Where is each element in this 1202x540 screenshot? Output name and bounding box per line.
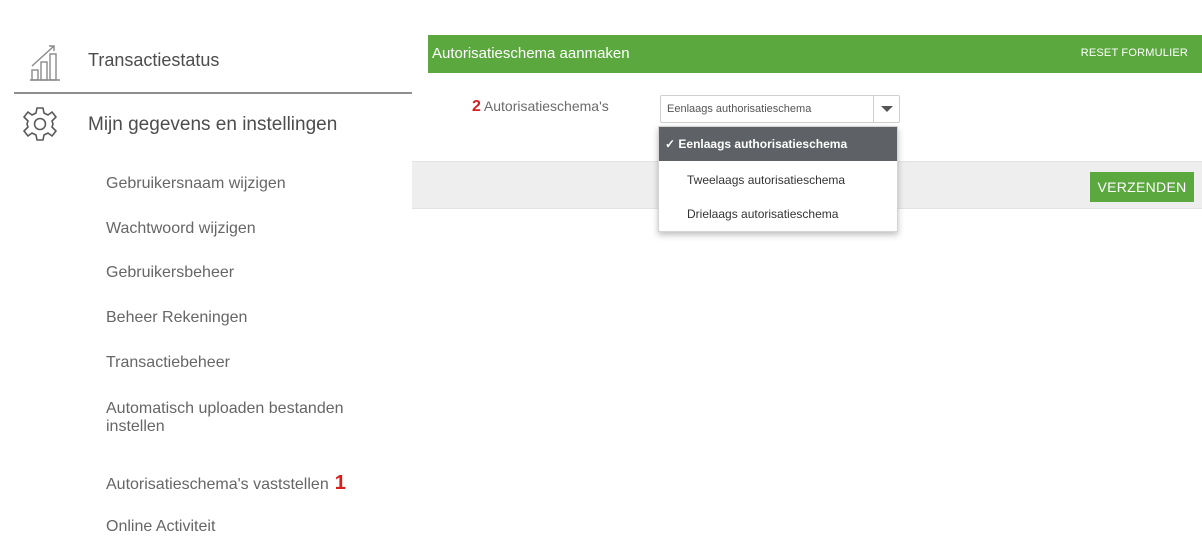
- dropdown-option-eenlaags[interactable]: ✓ Eenlaags authorisatieschema: [659, 127, 897, 161]
- sidebar-item-label: Transactiebeheer: [106, 354, 230, 371]
- step-marker-1: 1: [334, 472, 346, 494]
- panel-header: Autorisatieschema aanmaken RESET FORMULI…: [428, 35, 1202, 73]
- sidebar-item-transactiestatus[interactable]: Transactiestatus: [14, 38, 412, 94]
- schema-field-label: 2 Autorisatieschema's: [472, 98, 609, 116]
- schema-field-label-text: Autorisatieschema's: [483, 98, 609, 114]
- sidebar-item-online-activiteit[interactable]: Online Activiteit: [106, 518, 396, 536]
- sidebar-item-label: Online Activiteit: [106, 518, 216, 535]
- sidebar-item-gebruikersnaam-wijzigen[interactable]: Gebruikersnaam wijzigen: [106, 175, 396, 193]
- panel-title: Autorisatieschema aanmaken: [432, 45, 630, 62]
- sidebar-item-label: Mijn gegevens en instellingen: [88, 114, 338, 135]
- dropdown-option-tweelaags[interactable]: Tweelaags autorisatieschema: [659, 163, 897, 197]
- sidebar-item-transactiebeheer[interactable]: Transactiebeheer: [106, 354, 396, 372]
- sidebar-item-label: Autorisatieschema's vaststellen: [106, 476, 329, 493]
- submit-button[interactable]: VERZENDEN: [1090, 172, 1194, 202]
- sidebar-item-autorisatieschemas[interactable]: Autorisatieschema's vaststellen 1: [106, 472, 396, 494]
- step-marker-2: 2: [472, 98, 481, 115]
- sidebar-item-label: Automatisch uploaden bestanden instellen: [106, 400, 344, 435]
- dropdown-option-label: Drielaags autorisatieschema: [687, 207, 839, 221]
- sidebar-item-label: Gebruikersbeheer: [106, 264, 235, 281]
- sidebar-item-gebruikersbeheer[interactable]: Gebruikersbeheer: [106, 264, 396, 282]
- sidebar: Transactiestatus Mijn gegevens en instel…: [0, 0, 412, 540]
- reset-form-link[interactable]: RESET FORMULIER: [1081, 47, 1188, 59]
- dropdown-option-label: ✓ Eenlaags authorisatieschema: [665, 137, 848, 151]
- sidebar-item-label: Wachtwoord wijzigen: [106, 220, 256, 237]
- dropdown-option-label: Tweelaags autorisatieschema: [687, 173, 846, 187]
- sidebar-item-automatisch-uploaden[interactable]: Automatisch uploaden bestanden instellen: [106, 400, 391, 436]
- sidebar-item-wachtwoord-wijzigen[interactable]: Wachtwoord wijzigen: [106, 220, 396, 238]
- schema-dropdown-menu: ✓ Eenlaags authorisatieschema Tweelaags …: [658, 126, 898, 232]
- schema-select-value: Eenlaags authorisatieschema: [667, 103, 812, 115]
- schema-select[interactable]: Eenlaags authorisatieschema: [660, 95, 900, 123]
- sidebar-item-beheer-rekeningen[interactable]: Beheer Rekeningen: [106, 309, 396, 327]
- sidebar-item-label: Beheer Rekeningen: [106, 309, 248, 326]
- sidebar-item-label: Gebruikersnaam wijzigen: [106, 175, 286, 192]
- gear-icon: [22, 106, 58, 142]
- dropdown-option-drielaags[interactable]: Drielaags autorisatieschema: [659, 197, 897, 231]
- schema-field-row: 2 Autorisatieschema's Eenlaags authorisat…: [428, 87, 1202, 127]
- chart-bars-icon: [28, 42, 62, 82]
- sidebar-item-label: Transactiestatus: [88, 50, 220, 70]
- sidebar-item-settings[interactable]: Mijn gegevens en instellingen: [14, 100, 412, 150]
- chevron-down-icon[interactable]: [873, 96, 899, 122]
